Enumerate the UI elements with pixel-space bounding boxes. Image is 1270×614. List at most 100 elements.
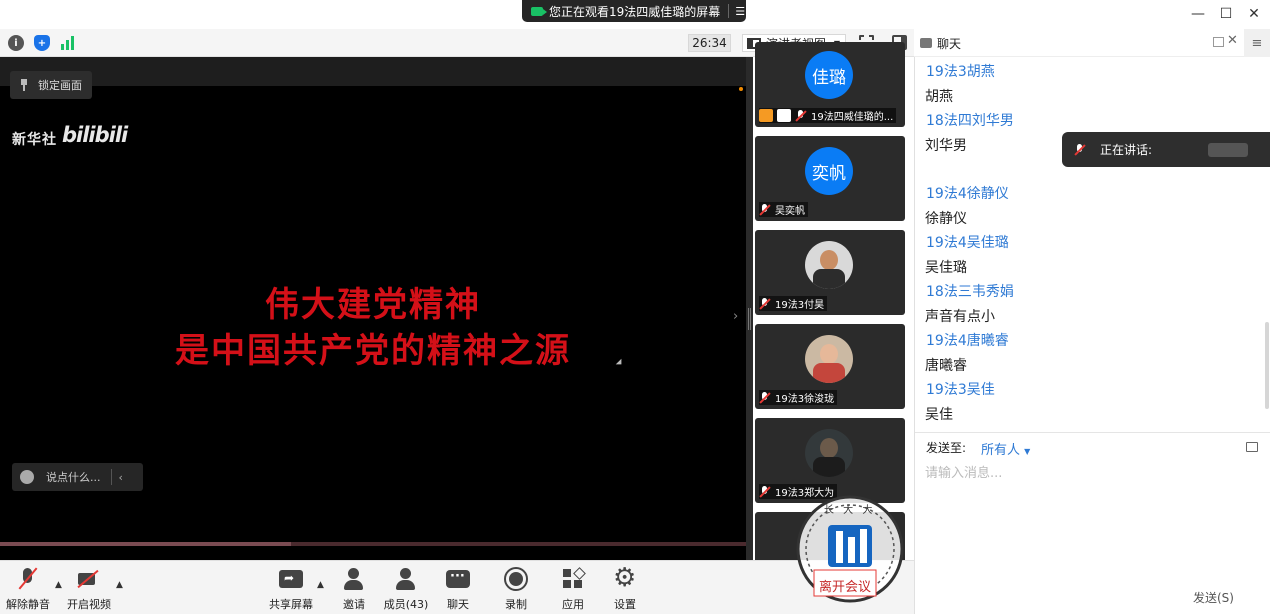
message-sender[interactable]: 18法四刘华男 xyxy=(926,110,1014,130)
shield-icon[interactable]: + xyxy=(34,35,50,51)
comment-divider xyxy=(110,469,112,485)
minimize-button[interactable]: — xyxy=(1185,4,1211,24)
unmute-label: 解除静音 xyxy=(6,598,50,611)
strip-divider[interactable] xyxy=(746,57,753,560)
stamp-top-text: 长 大 大 xyxy=(824,505,876,516)
message-text: 唐曦睿 xyxy=(925,358,967,374)
chat-title: 聊天 xyxy=(937,37,962,51)
record-button[interactable]: 录制 xyxy=(489,567,543,612)
meeting-timer: 26:34 xyxy=(688,34,731,52)
emoji-icon[interactable] xyxy=(20,470,34,484)
message-sender[interactable]: 19法4吴佳璐 xyxy=(926,232,1009,252)
message-sender[interactable]: 19法4徐静仪 xyxy=(926,183,1009,203)
chat-scrollbar[interactable] xyxy=(1265,322,1269,409)
participant-tile[interactable]: 佳璐 19法四威佳璐的... xyxy=(755,42,905,127)
chat-icon xyxy=(446,569,470,588)
chevron-up-icon[interactable]: ▲ xyxy=(55,580,62,590)
send-to-select[interactable]: 所有人 ▼ xyxy=(981,439,1030,458)
chevron-up-icon[interactable]: ▲ xyxy=(116,580,123,590)
members-button[interactable]: 成员(43) xyxy=(379,567,433,612)
message-text: 徐静仪 xyxy=(925,211,967,227)
apps-icon xyxy=(561,567,585,591)
chat-button[interactable]: 聊天 xyxy=(431,567,485,612)
participant-name: 19法四威佳璐的... xyxy=(811,112,894,123)
mic-off-icon xyxy=(759,203,771,216)
message-sender[interactable]: 19法3胡燕 xyxy=(926,61,995,81)
comment-input[interactable]: 说点什么... ‹ xyxy=(12,463,143,491)
mic-off-icon xyxy=(795,109,807,122)
close-chat-icon[interactable]: ✕ xyxy=(1227,33,1238,48)
screen-share-banner[interactable]: 您正在观看19法四威佳璐的屏幕 ☰ xyxy=(522,0,746,22)
members-label: 成员(43) xyxy=(383,598,429,611)
participant-name-bar: 19法四威佳璐的... xyxy=(759,108,897,123)
message-input[interactable]: 请输入消息... xyxy=(925,462,1002,481)
close-button[interactable]: ✕ xyxy=(1241,4,1267,24)
headline-line-2: 是中国共产党的精神之源 xyxy=(175,331,571,371)
chat-header: 聊天 ✕ ≡ xyxy=(914,29,1270,57)
collapse-icon[interactable]: ‹ xyxy=(119,471,123,484)
speaking-indicator: 正在讲话: xyxy=(1062,132,1270,167)
participant-tile[interactable]: 19法3徐浚珑 xyxy=(755,324,905,409)
chat-menu-icon[interactable]: ≡ xyxy=(1244,29,1270,57)
video-progress-fill xyxy=(0,542,291,546)
seal-stamp: 长 大 大 离开会议 xyxy=(788,487,914,605)
chevron-right-icon[interactable]: › xyxy=(733,309,738,324)
popout-icon[interactable] xyxy=(1213,37,1224,47)
send-button[interactable]: 发送(S) xyxy=(1193,589,1234,606)
send-to-value: 所有人 xyxy=(981,443,1021,458)
image-icon[interactable] xyxy=(1246,442,1258,452)
screen-share-icon xyxy=(777,109,791,122)
avatar xyxy=(805,241,853,289)
start-video-button[interactable]: 开启视频 xyxy=(62,567,116,612)
meeting-control-bar: 解除静音 ▲ 开启视频 ▲ 共享屏幕 ▲ 邀请 成员(43) 聊天 录制 应用 … xyxy=(0,560,914,614)
watermark-brand: bilibili xyxy=(62,123,128,147)
banner-divider xyxy=(728,4,730,18)
lock-view-button[interactable]: 锁定画面 xyxy=(10,71,92,99)
apps-label: 应用 xyxy=(562,598,584,611)
compose-divider xyxy=(915,432,1270,433)
send-to-label: 发送至: xyxy=(926,441,967,455)
apps-button[interactable]: 应用 xyxy=(546,567,600,612)
chat-label: 聊天 xyxy=(447,598,469,611)
invite-label: 邀请 xyxy=(343,598,365,611)
mic-off-icon xyxy=(759,297,771,310)
participant-tile[interactable]: 19法3付昊 xyxy=(755,230,905,315)
maximize-button[interactable]: ☐ xyxy=(1213,4,1239,24)
participant-name: 19法3徐浚珑 xyxy=(775,394,835,405)
participant-name: 吴奕帆 xyxy=(775,206,805,217)
avatar: 奕帆 xyxy=(805,147,853,195)
video-off-icon xyxy=(77,567,101,591)
mic-off-icon xyxy=(759,391,771,404)
comment-placeholder: 说点什么... xyxy=(46,471,101,484)
chat-bubble-icon xyxy=(920,38,932,48)
invite-button[interactable]: 邀请 xyxy=(327,567,381,612)
settings-button[interactable]: 设置 xyxy=(598,563,652,612)
camera-icon xyxy=(531,6,547,16)
mic-off-icon xyxy=(759,485,771,498)
participant-name: 19法3付昊 xyxy=(775,300,825,311)
message-sender[interactable]: 19法4唐曦睿 xyxy=(926,330,1009,350)
info-icon[interactable]: i xyxy=(8,35,24,51)
message-sender[interactable]: 19法3吴佳 xyxy=(926,379,995,399)
share-screen-button[interactable]: 共享屏幕 xyxy=(264,567,318,612)
participant-tile[interactable]: 奕帆 吴奕帆 xyxy=(755,136,905,221)
message-sender[interactable]: 18法三韦秀娟 xyxy=(926,281,1014,301)
gear-icon xyxy=(613,563,637,593)
chevron-up-icon[interactable]: ▲ xyxy=(317,580,324,590)
shared-screen: 锁定画面 新华社 bilibili 伟大建党精神 是中国共产党的精神之源 说点什… xyxy=(0,57,746,560)
watermark-source: 新华社 xyxy=(12,132,57,148)
record-icon xyxy=(504,567,528,591)
leave-meeting-button[interactable]: 离开会议 xyxy=(819,576,871,595)
participant-name-bar: 19法3徐浚珑 xyxy=(759,390,838,405)
menu-icon[interactable]: ☰ xyxy=(735,5,745,18)
signal-icon[interactable] xyxy=(60,36,76,50)
resize-handle[interactable] xyxy=(748,308,751,330)
members-icon xyxy=(394,567,418,591)
share-banner-text: 您正在观看19法四威佳璐的屏幕 xyxy=(549,4,721,19)
mic-off-icon xyxy=(16,567,40,591)
lock-view-label: 锁定画面 xyxy=(38,79,82,92)
speaking-label: 正在讲话: xyxy=(1100,143,1153,157)
unmute-button[interactable]: 解除静音 xyxy=(1,567,55,612)
message-text: 吴佳璐 xyxy=(925,260,967,276)
add-user-icon xyxy=(342,567,366,591)
